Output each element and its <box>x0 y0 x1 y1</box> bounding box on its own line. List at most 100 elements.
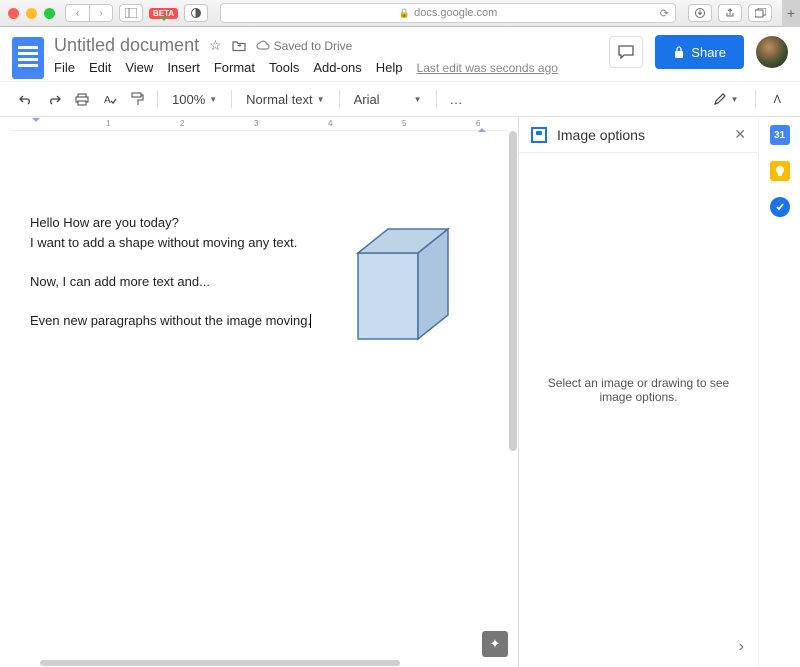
url-text: docs.google.com <box>414 7 497 19</box>
panel-footer: › <box>519 627 758 667</box>
ruler-tick: 1 <box>106 119 110 128</box>
shield-icon <box>191 8 201 18</box>
share-label: Share <box>691 45 726 60</box>
bulb-icon <box>774 165 786 177</box>
menu-view[interactable]: View <box>125 60 153 75</box>
spellcheck-button[interactable]: A <box>98 89 122 110</box>
browser-toolbar: ‹ › BETA 🔒 docs.google.com ⟳ + <box>0 0 800 27</box>
new-tab-button[interactable]: + <box>782 0 800 27</box>
horizontal-scrollbar[interactable] <box>40 659 520 667</box>
reload-icon[interactable]: ⟳ <box>660 7 669 20</box>
lock-icon <box>673 45 685 59</box>
maximize-window[interactable] <box>44 8 55 19</box>
move-icon[interactable] <box>232 40 246 52</box>
toolbar: A 100%▼ Normal text▼ Arial▼ … ▼ ᐱ <box>0 81 800 117</box>
comment-icon <box>618 45 634 59</box>
spellcheck-icon: A <box>103 93 117 106</box>
scrollbar-thumb[interactable] <box>40 660 400 666</box>
paint-roller-icon <box>131 92 144 106</box>
check-circle-icon <box>774 201 786 213</box>
menu-insert[interactable]: Insert <box>167 60 200 75</box>
pencil-icon <box>713 92 727 106</box>
back-button[interactable]: ‹ <box>65 4 89 22</box>
text-cursor <box>310 314 311 328</box>
style-dropdown[interactable]: Normal text▼ <box>240 88 330 111</box>
print-button[interactable] <box>70 89 94 110</box>
docs-header: Untitled document ☆ Saved to Drive File … <box>0 27 800 81</box>
ruler-tick: 5 <box>402 119 406 128</box>
indent-marker-left[interactable] <box>32 118 40 126</box>
svg-text:A: A <box>104 95 111 106</box>
explore-button[interactable]: ✦ <box>482 631 508 657</box>
image-icon <box>531 127 547 143</box>
more-tools-button[interactable]: … <box>445 88 468 111</box>
zoom-dropdown[interactable]: 100%▼ <box>166 88 223 111</box>
header-right: Share <box>609 35 788 69</box>
menu-file[interactable]: File <box>54 60 75 75</box>
beta-badge: BETA <box>149 8 178 19</box>
star-icon[interactable]: ☆ <box>209 37 222 54</box>
last-edit-link[interactable]: Last edit was seconds ago <box>417 61 558 75</box>
undo-button[interactable] <box>14 89 38 109</box>
menu-addons[interactable]: Add-ons <box>313 60 361 75</box>
ruler-tick: 2 <box>180 119 184 128</box>
chevron-right-icon[interactable]: › <box>739 638 744 656</box>
image-options-panel: Image options ✕ Select an image or drawi… <box>518 117 758 667</box>
collapse-toolbar-button[interactable]: ᐱ <box>768 89 786 110</box>
share-browser-button[interactable] <box>718 4 742 22</box>
panel-empty-message: Select an image or drawing to see image … <box>539 376 738 404</box>
redo-button[interactable] <box>42 89 66 109</box>
user-avatar[interactable] <box>756 36 788 68</box>
forward-button[interactable]: › <box>89 4 113 22</box>
panel-body: Select an image or drawing to see image … <box>519 153 758 627</box>
undo-icon <box>19 93 33 105</box>
docs-app: Untitled document ☆ Saved to Drive File … <box>0 27 800 667</box>
horizontal-ruler[interactable]: 1 2 3 4 5 6 <box>10 117 508 131</box>
url-bar[interactable]: 🔒 docs.google.com ⟳ <box>220 3 676 23</box>
panel-title: Image options <box>557 127 724 143</box>
keep-addon-icon[interactable] <box>770 161 790 181</box>
share-button[interactable]: Share <box>655 35 744 69</box>
menu-help[interactable]: Help <box>376 60 403 75</box>
print-icon <box>75 93 89 106</box>
editing-mode-button[interactable]: ▼ <box>708 88 744 110</box>
redo-icon <box>47 93 61 105</box>
panel-header: Image options ✕ <box>519 117 758 153</box>
format-paint-button[interactable] <box>126 88 149 110</box>
window-controls <box>8 8 55 19</box>
minimize-window[interactable] <box>26 8 37 19</box>
vertical-scrollbar[interactable] <box>508 131 518 667</box>
scrollbar-thumb[interactable] <box>509 131 517 451</box>
close-panel-button[interactable]: ✕ <box>734 126 746 143</box>
cube-drawing[interactable] <box>340 221 470 351</box>
menu-format[interactable]: Format <box>214 60 255 75</box>
docs-logo-icon[interactable] <box>12 37 44 79</box>
calendar-addon-icon[interactable]: 31 <box>770 125 790 145</box>
comments-button[interactable] <box>609 36 643 68</box>
document-title[interactable]: Untitled document <box>54 35 199 56</box>
sidebar-icon <box>125 8 137 18</box>
sidebar-button[interactable] <box>119 4 143 22</box>
close-window[interactable] <box>8 8 19 19</box>
ruler-tick: 4 <box>328 119 332 128</box>
reader-button[interactable] <box>184 4 208 22</box>
download-button[interactable] <box>688 4 712 22</box>
save-status: Saved to Drive <box>256 39 353 53</box>
title-area: Untitled document ☆ Saved to Drive File … <box>54 35 599 75</box>
tasks-addon-icon[interactable] <box>770 197 790 217</box>
cloud-icon <box>256 40 270 51</box>
lock-icon: 🔒 <box>399 8 410 19</box>
workspace: 1 2 3 4 5 6 Hello How are you today? I w… <box>0 117 800 667</box>
menubar: File Edit View Insert Format Tools Add-o… <box>54 60 599 75</box>
tabs-icon <box>755 8 766 18</box>
share-icon <box>725 8 735 18</box>
ruler-tick: 3 <box>254 119 258 128</box>
document-area: 1 2 3 4 5 6 Hello How are you today? I w… <box>0 117 518 667</box>
menu-tools[interactable]: Tools <box>269 60 299 75</box>
side-rail: 31 <box>758 117 800 667</box>
font-dropdown[interactable]: Arial▼ <box>348 88 428 111</box>
menu-edit[interactable]: Edit <box>89 60 111 75</box>
document-page[interactable]: Hello How are you today? I want to add a… <box>0 131 518 412</box>
tabs-button[interactable] <box>748 4 772 22</box>
nav-back-forward: ‹ › <box>65 4 113 22</box>
